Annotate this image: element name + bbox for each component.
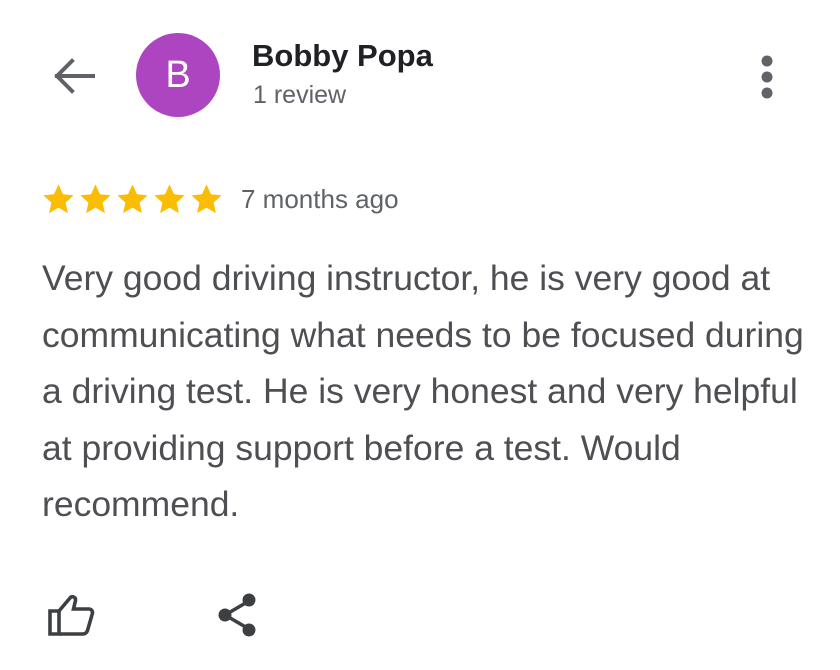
review-count: 1 review	[253, 81, 347, 109]
star-icon	[191, 183, 222, 213]
author-name[interactable]: Bobby Popa	[252, 38, 433, 74]
review-date: 7 months ago	[241, 183, 399, 214]
more-options-button[interactable]	[746, 50, 788, 104]
review-text: Very good driving instructor, he is very…	[42, 258, 804, 524]
arrow-left-icon	[54, 58, 95, 94]
avatar-initial: B	[165, 54, 191, 96]
star-icon	[154, 183, 185, 213]
back-button[interactable]	[44, 50, 104, 102]
thumbs-up-icon	[48, 594, 95, 636]
rating-row: 7 months ago	[40, 178, 399, 220]
more-vert-icon	[761, 55, 773, 99]
star-icon	[117, 183, 148, 213]
like-button[interactable]	[40, 585, 102, 645]
share-button[interactable]	[206, 585, 268, 645]
share-icon	[218, 593, 256, 637]
star-rating	[40, 181, 225, 218]
review-screen: B Bobby Popa 1 review 7 months ago Very …	[0, 0, 840, 670]
star-icon	[80, 183, 111, 213]
star-icon	[43, 183, 74, 213]
avatar[interactable]: B	[136, 33, 220, 117]
